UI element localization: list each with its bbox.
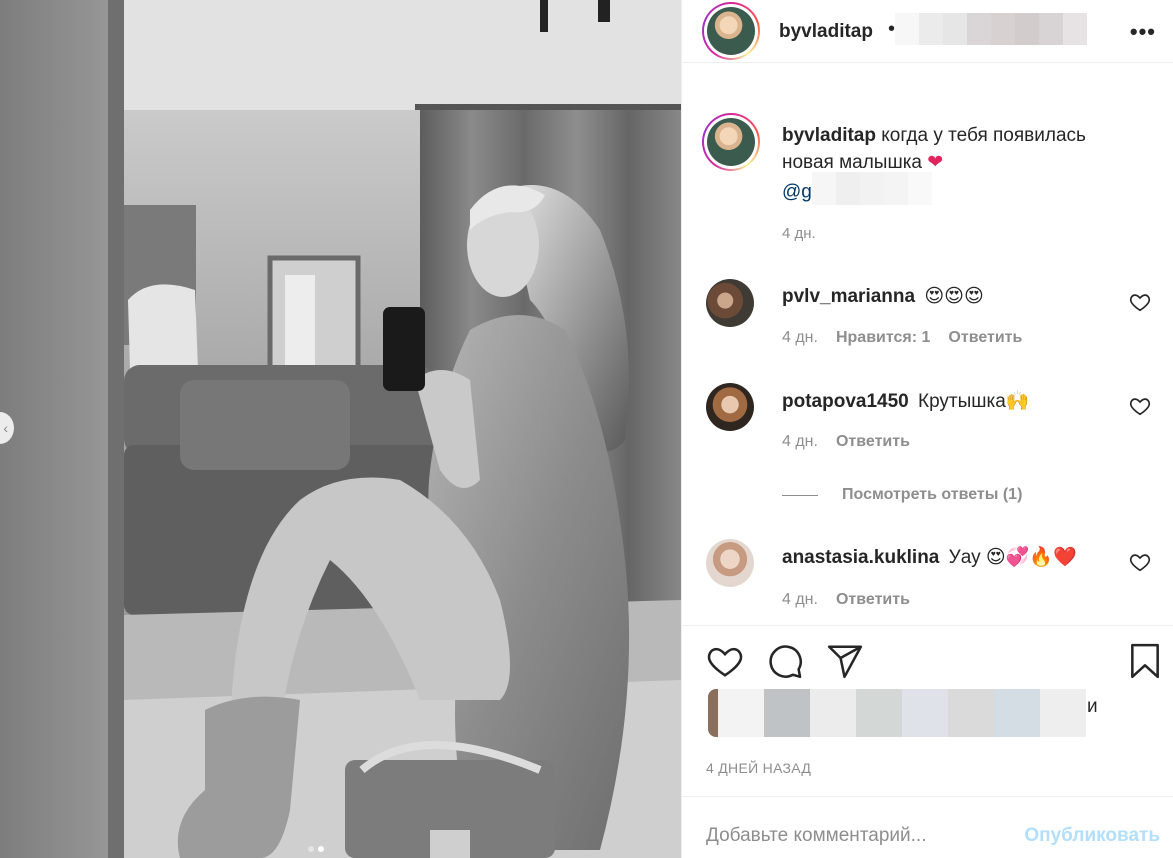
replies-divider xyxy=(782,494,818,496)
like-comment-heart-icon[interactable] xyxy=(1129,551,1151,573)
commenter-avatar[interactable] xyxy=(706,383,754,431)
comment-form: Опубликовать xyxy=(682,796,1173,858)
carousel-dot-active xyxy=(318,846,324,852)
carousel-indicator xyxy=(308,846,324,852)
post-caption: byvladitap когда у тебя появилась новая … xyxy=(782,122,1142,209)
author-avatar[interactable] xyxy=(702,2,760,60)
comment-time[interactable]: 4 дн. xyxy=(782,329,818,347)
post-photo[interactable]: ‹ xyxy=(0,0,681,858)
bookmark-icon[interactable] xyxy=(1126,642,1164,680)
publish-button[interactable]: Опубликовать xyxy=(1024,825,1160,847)
comment-icon[interactable] xyxy=(766,642,804,680)
redacted-mention xyxy=(811,172,932,205)
like-comment-heart-icon[interactable] xyxy=(1129,291,1151,313)
like-heart-icon[interactable] xyxy=(706,642,744,680)
comment-likes[interactable]: Нравится: 1 xyxy=(836,329,930,347)
like-comment-heart-icon[interactable] xyxy=(1129,395,1151,417)
reply-button[interactable]: Ответить xyxy=(948,329,1022,347)
comment-text: 😍😍😍 xyxy=(924,286,984,307)
comment-text: Крутышка🙌 xyxy=(918,391,1030,412)
post-header: byvladitap • ••• xyxy=(682,0,1173,63)
separator-dot: • xyxy=(888,18,896,40)
comment-username[interactable]: potapova1450 xyxy=(782,391,909,412)
reply-button[interactable]: Ответить xyxy=(836,591,910,609)
caption-mention[interactable]: @g xyxy=(782,182,812,203)
post-date[interactable]: 4 ДНЕЙ НАЗАД xyxy=(706,760,811,776)
redacted-likes xyxy=(708,689,1086,737)
actions-divider xyxy=(682,625,1173,626)
heart-emoji: ❤ xyxy=(927,152,944,173)
comment-text: Уау 😍💞🔥❤️ xyxy=(948,547,1077,568)
carousel-dot xyxy=(308,846,314,852)
commenter-avatar[interactable] xyxy=(706,279,754,327)
caption-avatar[interactable] xyxy=(702,113,760,171)
comment-time[interactable]: 4 дн. xyxy=(782,591,818,609)
caption-time[interactable]: 4 дн. xyxy=(782,225,816,242)
caption-username[interactable]: byvladitap xyxy=(782,125,876,146)
likes-trailing-text: и xyxy=(1087,696,1098,717)
reply-button[interactable]: Ответить xyxy=(836,433,910,451)
comment-time[interactable]: 4 дн. xyxy=(782,433,818,451)
commenter-avatar[interactable] xyxy=(706,539,754,587)
more-options-icon[interactable]: ••• xyxy=(1130,19,1156,45)
post-details-panel: byvladitap • ••• byvladitap когда у тебя… xyxy=(681,0,1173,858)
chevron-left-icon: ‹ xyxy=(3,420,8,436)
post-image xyxy=(0,0,681,858)
share-icon[interactable] xyxy=(826,642,864,680)
comment-username[interactable]: pvlv_marianna xyxy=(782,286,915,307)
author-username[interactable]: byvladitap xyxy=(779,21,873,43)
redacted-follow-area xyxy=(895,13,1087,45)
comment-input[interactable] xyxy=(706,825,1006,847)
view-replies-label: Посмотреть ответы (1) xyxy=(842,486,1023,503)
comment-username[interactable]: anastasia.kuklina xyxy=(782,547,939,568)
view-replies-button[interactable]: Посмотреть ответы (1) xyxy=(782,486,1022,504)
